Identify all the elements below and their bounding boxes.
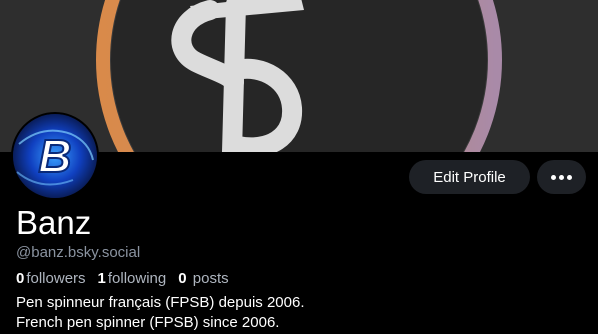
profile-bio: Pen spinneur français (FPSB) depuis 2006… bbox=[16, 293, 305, 333]
edit-profile-button[interactable]: Edit Profile bbox=[409, 160, 530, 194]
ellipsis-icon bbox=[551, 174, 572, 180]
following-label: following bbox=[107, 270, 167, 287]
display-name: Banz bbox=[16, 204, 92, 241]
more-options-button[interactable] bbox=[537, 160, 586, 194]
bio-line: French pen spinner (FPSB) since 2006. bbox=[16, 314, 280, 331]
followers-count: 0 bbox=[16, 270, 25, 287]
bio-line: Pen spinneur français (FPSB) depuis 2006… bbox=[16, 294, 305, 311]
following-link[interactable]: 1 following bbox=[98, 270, 167, 287]
profile-handle: @banz.bsky.social bbox=[16, 244, 141, 261]
following-count: 1 bbox=[97, 270, 106, 287]
profile-stats: 0 followers 1 following 0 posts bbox=[16, 270, 241, 287]
avatar-logo-icon: B bbox=[13, 114, 97, 198]
posts-count-stat: 0 posts bbox=[178, 270, 228, 287]
posts-label: posts bbox=[192, 270, 229, 287]
posts-count: 0 bbox=[178, 270, 187, 287]
svg-text:B: B bbox=[38, 130, 71, 182]
followers-link[interactable]: 0 followers bbox=[16, 270, 86, 287]
avatar[interactable]: B bbox=[11, 112, 99, 200]
followers-label: followers bbox=[26, 270, 86, 287]
